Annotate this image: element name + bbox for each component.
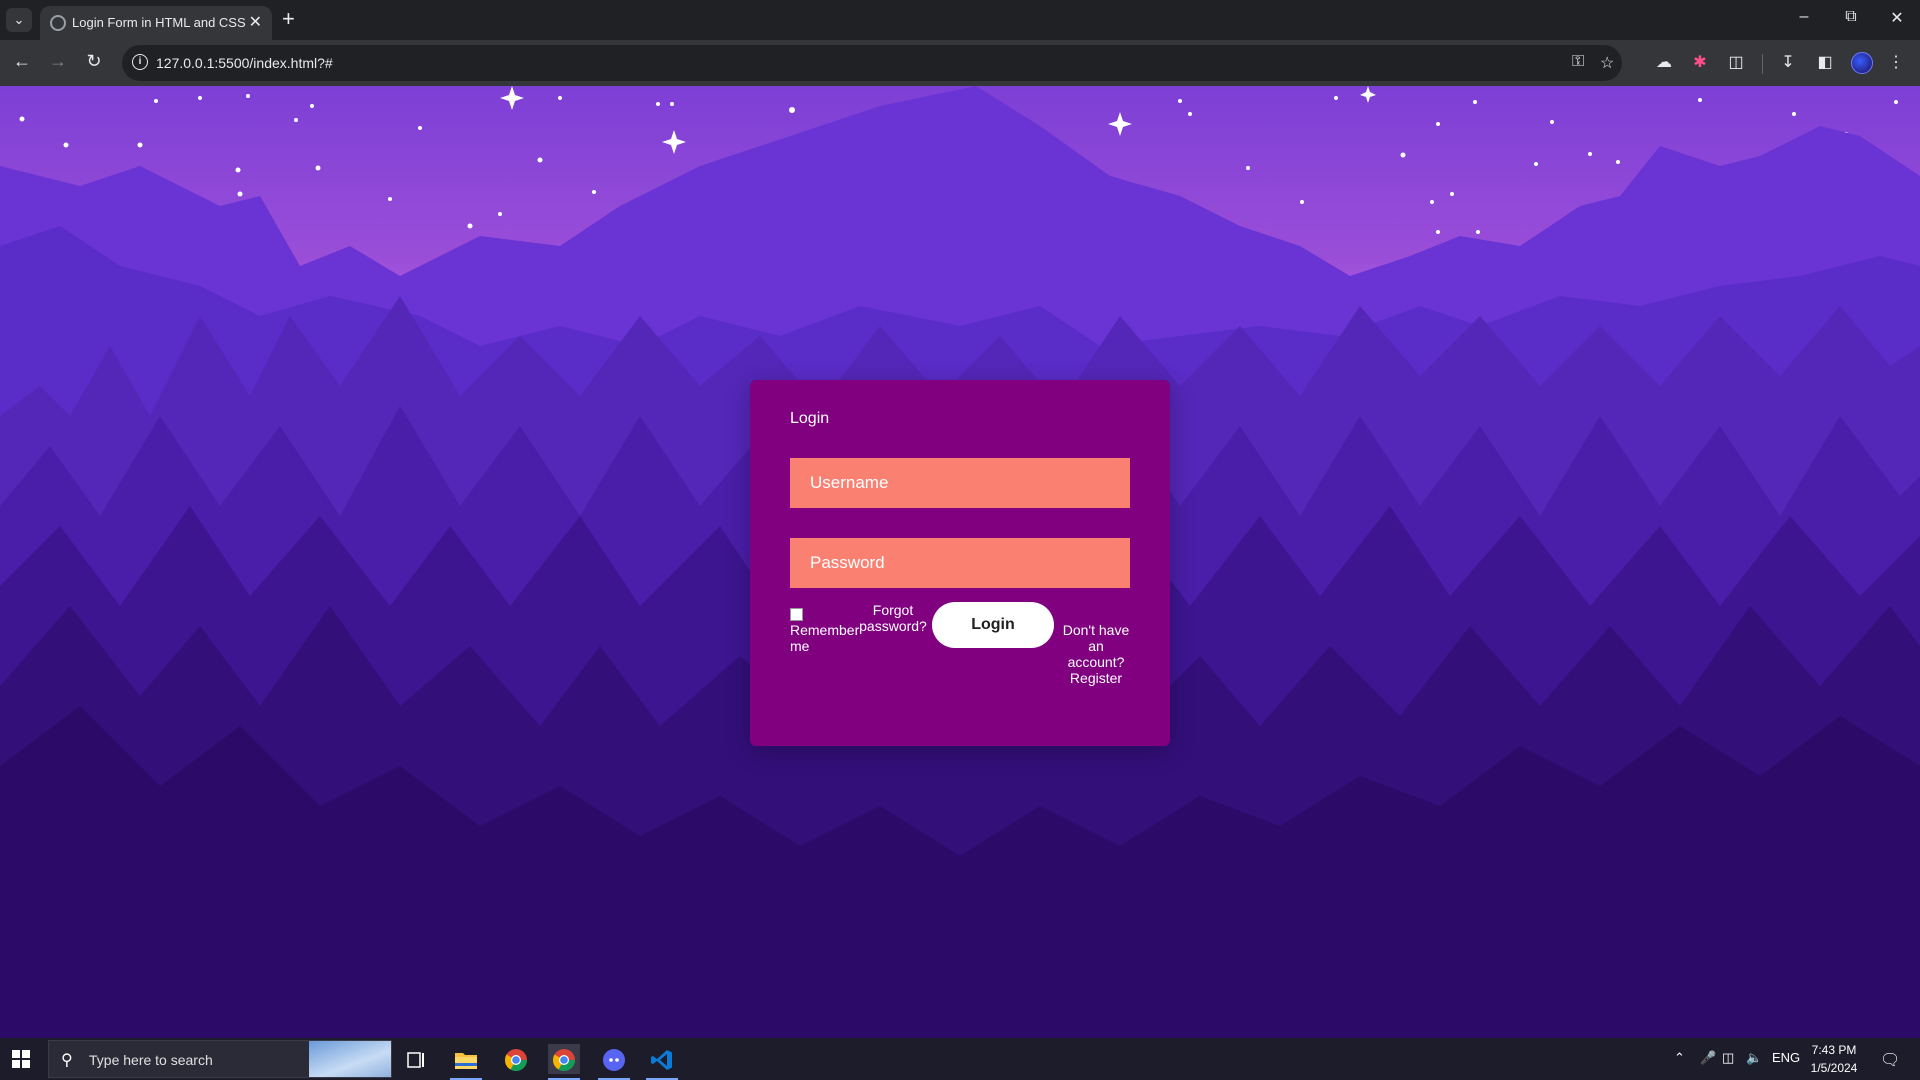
globe-icon: [50, 15, 66, 31]
tab-search-chevron-icon[interactable]: ⌄: [6, 8, 32, 32]
browser-toolbar: ← → ↻ i 127.0.0.1:5500/index.html?# ⚿ ☆ …: [0, 40, 1920, 86]
clock-time: 7:43 PM: [1811, 1043, 1857, 1057]
site-info-icon[interactable]: i: [132, 54, 148, 70]
network-icon[interactable]: ◫: [1722, 1050, 1734, 1066]
window-close-icon[interactable]: ✕: [1877, 8, 1917, 28]
password-input[interactable]: [790, 538, 1130, 588]
login-card: Login Remember me Forgot password? Login…: [750, 380, 1170, 746]
extension-pink-icon[interactable]: ✱: [1688, 52, 1712, 72]
search-icon: ⚲: [61, 1052, 73, 1069]
download-icon[interactable]: ↧: [1776, 52, 1800, 72]
back-arrow-icon[interactable]: ←: [8, 51, 36, 72]
password-key-icon[interactable]: ⚿: [1572, 53, 1584, 71]
page-viewport: Login Remember me Forgot password? Login…: [0, 86, 1920, 1038]
microphone-icon[interactable]: 🎤: [1700, 1050, 1716, 1066]
chrome-icon[interactable]: [500, 1044, 532, 1074]
tray-chevron-up-icon[interactable]: ⌃: [1674, 1050, 1685, 1066]
taskbar: ⚲ Type here to search ⌃ 🎤 ◫ 🔈 ENG 7:43 P…: [0, 1038, 1920, 1080]
extensions-puzzle-icon[interactable]: ◫: [1724, 52, 1748, 72]
taskbar-clock[interactable]: 7:43 PM 1/5/2024: [1806, 1041, 1862, 1077]
forgot-password-link[interactable]: Forgot password?: [856, 602, 930, 634]
language-indicator[interactable]: ENG: [1772, 1050, 1800, 1065]
forgot-password-label: Forgot password?: [859, 602, 927, 634]
remember-label: Remember me: [790, 622, 860, 654]
tab-close-icon[interactable]: ✕: [249, 12, 262, 32]
restore-icon[interactable]: ⧉: [1831, 8, 1871, 26]
extension-cloud-icon[interactable]: ☁: [1652, 52, 1676, 72]
address-bar[interactable]: i 127.0.0.1:5500/index.html?# ⚿ ☆: [122, 45, 1622, 81]
toolbar-separator: [1762, 54, 1763, 74]
username-input[interactable]: [790, 458, 1130, 508]
taskbar-search-box[interactable]: ⚲ Type here to search: [48, 1040, 392, 1078]
tab-strip: ⌄ Login Form in HTML and CSS ✕ + – ⧉ ✕: [0, 0, 1920, 40]
file-explorer-icon[interactable]: [450, 1044, 482, 1080]
login-button[interactable]: Login: [932, 602, 1054, 648]
clock-date: 1/5/2024: [1810, 1061, 1858, 1075]
forward-arrow-icon[interactable]: →: [44, 51, 72, 72]
register-prompt: Don't have an account?: [1062, 622, 1130, 670]
form-title: Login: [790, 410, 830, 427]
taskbar-search-placeholder: Type here to search: [89, 1052, 213, 1068]
notification-icon[interactable]: 🗨: [1880, 1050, 1900, 1070]
tab-title: Login Form in HTML and CSS: [72, 15, 246, 30]
address-url[interactable]: 127.0.0.1:5500/index.html?#: [156, 55, 333, 71]
browser-tab[interactable]: Login Form in HTML and CSS ✕: [40, 6, 272, 40]
windows-start-icon[interactable]: [12, 1050, 30, 1068]
volume-icon[interactable]: 🔈: [1746, 1050, 1762, 1066]
register-text: Don't have an account? Register: [1058, 622, 1134, 686]
minimize-icon[interactable]: –: [1784, 8, 1824, 26]
reload-icon[interactable]: ↻: [80, 51, 108, 72]
profile-avatar[interactable]: [1851, 52, 1873, 74]
remember-checkbox[interactable]: [790, 608, 803, 621]
chrome-active-icon[interactable]: [548, 1044, 580, 1080]
vscode-icon[interactable]: [646, 1044, 678, 1080]
search-highlight-image: [309, 1041, 391, 1077]
bookmark-star-icon[interactable]: ☆: [1600, 53, 1614, 73]
new-tab-plus-icon[interactable]: +: [282, 7, 295, 31]
side-panel-icon[interactable]: ◧: [1813, 52, 1837, 72]
task-view-icon[interactable]: [400, 1044, 432, 1074]
register-link[interactable]: Register: [1070, 670, 1122, 686]
discord-icon[interactable]: [598, 1044, 630, 1080]
remember-me[interactable]: Remember me: [790, 608, 860, 654]
browser-menu-icon[interactable]: ⋮: [1884, 52, 1908, 72]
